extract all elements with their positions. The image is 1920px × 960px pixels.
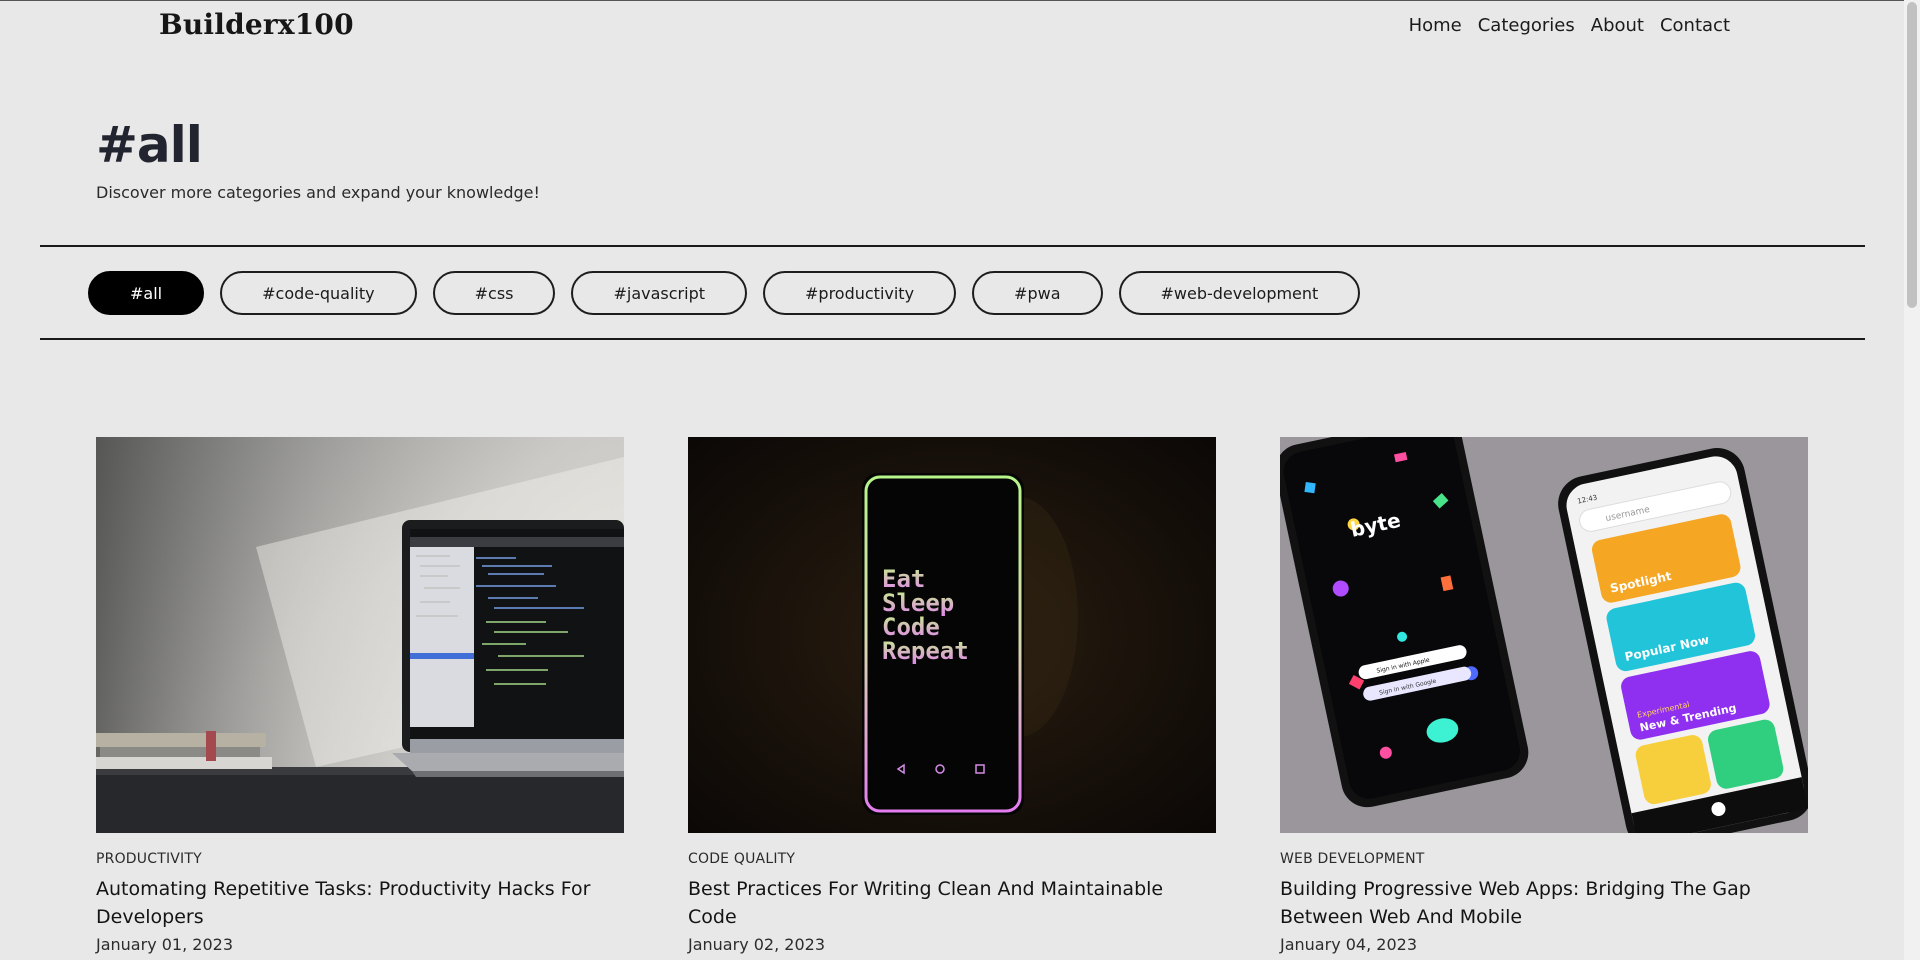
post-category[interactable]: WEB DEVELOPMENT — [1280, 851, 1808, 867]
post-date: January 02, 2023 — [688, 935, 825, 954]
post-date: January 04, 2023 — [1280, 935, 1417, 954]
divider-top — [40, 245, 1865, 247]
page-subtitle: Discover more categories and expand your… — [96, 183, 540, 202]
two-phones-image: byte Sign in with Apple Sign in with Goo… — [1280, 437, 1808, 833]
nav-links: Home Categories About Contact — [1409, 15, 1730, 36]
post-title[interactable]: Best Practices For Writing Clean And Mai… — [688, 875, 1216, 931]
tag-css[interactable]: #css — [432, 271, 556, 315]
post-thumbnail-two-phones[interactable]: byte Sign in with Apple Sign in with Goo… — [1280, 437, 1808, 833]
tag-productivity[interactable]: #productivity — [763, 271, 957, 315]
scrollbar-thumb[interactable] — [1907, 2, 1917, 308]
nav-contact[interactable]: Contact — [1660, 15, 1730, 36]
post-title[interactable]: Automating Repetitive Tasks: Productivit… — [96, 875, 624, 931]
post-card-1[interactable]: PRODUCTIVITY Automating Repetitive Tasks… — [96, 437, 624, 954]
navbar: Builderx100 Home Categories About Contac… — [0, 0, 1904, 56]
brand-logo[interactable]: Builderx100 — [159, 8, 354, 41]
tag-all[interactable]: #all — [88, 271, 205, 315]
post-category[interactable]: PRODUCTIVITY — [96, 851, 624, 867]
page-title: #all — [96, 116, 203, 174]
divider-bottom — [40, 338, 1865, 340]
post-thumbnail-phone-neon[interactable]: Eat Sleep Code Repeat — [688, 437, 1216, 833]
tag-web-development[interactable]: #web-development — [1118, 271, 1361, 315]
nav-about[interactable]: About — [1591, 15, 1644, 36]
phone-text-repeat: Repeat — [882, 637, 969, 665]
nav-categories[interactable]: Categories — [1478, 15, 1575, 36]
tag-javascript[interactable]: #javascript — [571, 271, 747, 315]
nav-home[interactable]: Home — [1409, 15, 1462, 36]
post-category[interactable]: CODE QUALITY — [688, 851, 1216, 867]
post-thumbnail-laptop[interactable] — [96, 437, 624, 833]
post-date: January 01, 2023 — [96, 935, 233, 954]
post-title[interactable]: Building Progressive Web Apps: Bridging … — [1280, 875, 1808, 931]
post-grid: PRODUCTIVITY Automating Repetitive Tasks… — [96, 437, 1808, 954]
tag-filter-list: #all #code-quality #css #javascript #pro… — [88, 271, 1361, 315]
tag-pwa[interactable]: #pwa — [972, 271, 1103, 315]
page-scrollbar[interactable] — [1904, 0, 1920, 960]
post-card-2[interactable]: Eat Sleep Code Repeat CODE QUALITY Best … — [688, 437, 1216, 954]
post-card-3[interactable]: byte Sign in with Apple Sign in with Goo… — [1280, 437, 1808, 954]
laptop-image — [96, 437, 624, 833]
tag-code-quality[interactable]: #code-quality — [220, 271, 417, 315]
neon-phone-image: Eat Sleep Code Repeat — [688, 437, 1216, 833]
